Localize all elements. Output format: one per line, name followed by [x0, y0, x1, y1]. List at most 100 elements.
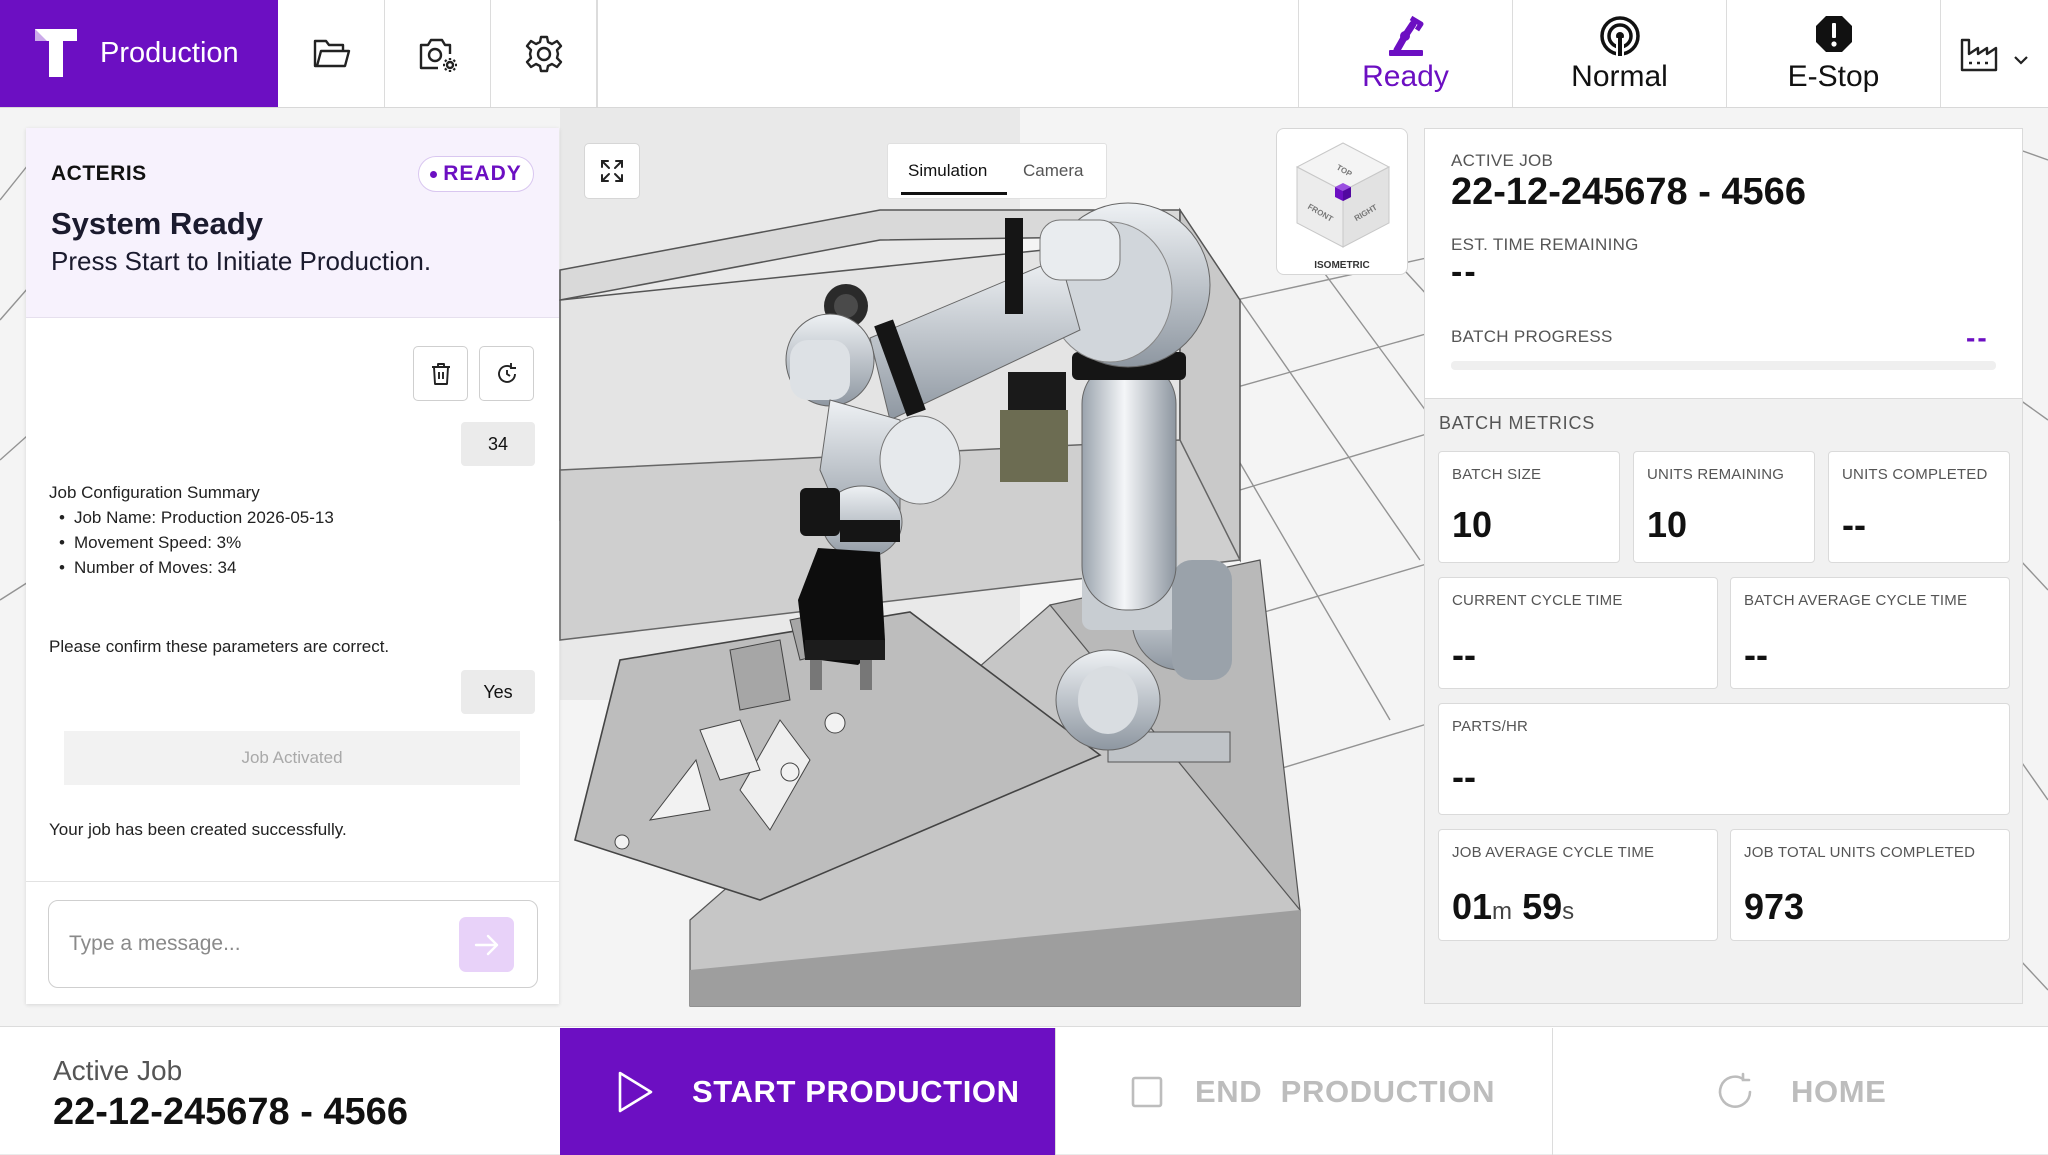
est-time-label: EST. TIME REMAINING	[1451, 235, 1639, 254]
camera-settings-icon	[419, 38, 457, 72]
start-production-label: START PRODUCTION	[692, 1073, 1020, 1109]
metric-label: JOB AVERAGE CYCLE TIME	[1452, 844, 1655, 861]
assistant-subtitle: Press Start to Initiate Production.	[51, 246, 432, 276]
success-message: Your job has been created successfully.	[49, 820, 347, 839]
active-job-label: ACTIVE JOB	[1451, 151, 1554, 170]
est-time-value: --	[1451, 253, 1478, 291]
metric-label: BATCH SIZE	[1452, 466, 1542, 483]
status-badge-label: READY	[443, 162, 522, 185]
arrow-right-icon	[474, 934, 498, 955]
bottom-bar: Active Job 22-12-245678 - 4566 START PRO…	[0, 1026, 2048, 1155]
job-summary-title: Job Configuration Summary	[49, 483, 260, 502]
metric-value: 01m 59s	[1452, 886, 1574, 928]
confirm-message: Please confirm these parameters are corr…	[49, 637, 390, 656]
metric-value: --	[1842, 504, 1866, 545]
factory-icon	[1960, 38, 1998, 72]
metric-label: CURRENT CYCLE TIME	[1452, 592, 1623, 609]
trash-icon	[431, 362, 450, 385]
status-badge: READY	[418, 156, 534, 192]
metric-label: PARTS/HR	[1452, 718, 1529, 735]
metric-value: 10	[1647, 504, 1688, 545]
folder-icon	[313, 39, 350, 67]
job-summary-list: Job Name: Production 2026-05-13 Movement…	[49, 505, 334, 580]
end-production-button[interactable]: END PRODUCTION	[1055, 1028, 1552, 1155]
status-estop[interactable]: E-Stop	[1726, 0, 1940, 107]
toolbar-divider	[597, 0, 598, 107]
open-folder-button[interactable]	[279, 0, 385, 107]
metric-batch-average-cycle-time: BATCH AVERAGE CYCLE TIME --	[1730, 577, 2010, 689]
tab-camera[interactable]: Camera	[1023, 161, 1083, 181]
list-item: Number of Moves: 34	[59, 555, 334, 580]
home-button[interactable]: HOME	[1552, 1028, 2048, 1155]
home-label: HOME	[1791, 1073, 1887, 1109]
metric-value: --	[1452, 634, 1476, 675]
settings-button[interactable]	[491, 0, 597, 107]
view-cube-label: ISOMETRIC	[1314, 260, 1370, 271]
job-panel: ACTIVE JOB 22-12-245678 - 4566 EST. TIME…	[1424, 128, 2023, 1004]
batch-progress-value: --	[1966, 322, 1989, 353]
cycle-minutes-unit: m	[1492, 898, 1513, 925]
start-production-button[interactable]: START PRODUCTION	[560, 1028, 1055, 1155]
bottom-active-job-value: 22-12-245678 - 4566	[53, 1091, 408, 1133]
metric-units-completed: UNITS COMPLETED --	[1828, 451, 2010, 563]
metric-value: 10	[1452, 504, 1493, 545]
metric-current-cycle-time: CURRENT CYCLE TIME --	[1438, 577, 1718, 689]
gear-icon	[525, 35, 562, 72]
status-dot-icon	[430, 170, 438, 178]
metric-batch-size: BATCH SIZE 10	[1438, 451, 1620, 563]
view-cube[interactable]: TOP FRONT RIGHT ISOMETRIC	[1276, 128, 1408, 275]
production-mode-button[interactable]: Production	[0, 0, 278, 107]
user-message-yes: Yes	[461, 670, 535, 714]
send-button[interactable]	[459, 917, 514, 972]
view-tabs: Simulation Camera	[887, 143, 1107, 199]
metric-label: UNITS COMPLETED	[1842, 466, 1988, 483]
assistant-title: System Ready	[51, 206, 263, 241]
batch-metrics-title: BATCH METRICS	[1439, 413, 1596, 433]
assistant-panel: ACTERIS READY System Ready Press Start t…	[26, 128, 559, 1004]
active-job-id: 22-12-245678 - 4566	[1451, 171, 1806, 213]
metric-label: JOB TOTAL UNITS COMPLETED	[1744, 844, 1976, 861]
iso-cube-icon: TOP FRONT RIGHT	[1295, 142, 1391, 248]
alert-octagon-icon	[1815, 16, 1852, 52]
metric-job-total-units: JOB TOTAL UNITS COMPLETED 973	[1730, 829, 2010, 941]
user-message-moves: 34	[461, 422, 535, 466]
status-ready[interactable]: Ready	[1298, 0, 1512, 107]
active-job-section: ACTIVE JOB 22-12-245678 - 4566 EST. TIME…	[1425, 129, 2022, 399]
refresh-icon	[1718, 1072, 1752, 1108]
expand-icon	[601, 160, 623, 182]
metric-label: UNITS REMAINING	[1647, 466, 1785, 483]
list-item: Job Name: Production 2026-05-13	[59, 505, 334, 530]
factory-menu-button[interactable]	[1940, 0, 2048, 107]
status-normal-label: Normal	[1571, 60, 1668, 93]
history-button[interactable]	[479, 346, 534, 401]
message-composer	[48, 900, 538, 988]
cycle-minutes: 01	[1452, 886, 1493, 927]
job-activated-button[interactable]: Job Activated	[64, 731, 520, 785]
tab-simulation[interactable]: Simulation	[908, 161, 987, 181]
metric-units-remaining: UNITS REMAINING 10	[1633, 451, 1815, 563]
company-name: ACTERIS	[51, 162, 147, 185]
logo-icon	[35, 29, 77, 77]
metric-value: --	[1452, 756, 1476, 797]
robot-arm-icon	[1388, 15, 1423, 56]
metric-label: BATCH AVERAGE CYCLE TIME	[1744, 592, 1968, 609]
cycle-seconds: 59	[1522, 886, 1563, 927]
app-title: Production	[100, 37, 239, 69]
cycle-seconds-unit: s	[1562, 898, 1575, 925]
bottom-active-job-label: Active Job	[53, 1055, 183, 1086]
message-input[interactable]	[69, 926, 429, 962]
end-production-label: END PRODUCTION	[1195, 1073, 1496, 1109]
clear-chat-button[interactable]	[413, 346, 468, 401]
history-icon	[497, 362, 516, 383]
fullscreen-button[interactable]	[584, 143, 640, 199]
play-icon	[618, 1071, 653, 1112]
camera-settings-button[interactable]	[385, 0, 491, 107]
chevron-down-icon	[2014, 56, 2028, 65]
metric-parts-per-hour: PARTS/HR --	[1438, 703, 2010, 815]
divider	[26, 881, 559, 882]
status-normal[interactable]: Normal	[1512, 0, 1726, 107]
signal-icon	[1599, 16, 1640, 58]
batch-progress-label: BATCH PROGRESS	[1451, 327, 1613, 346]
job-summary: Job Configuration Summary Job Name: Prod…	[49, 480, 334, 580]
active-tab-indicator	[901, 192, 1007, 195]
